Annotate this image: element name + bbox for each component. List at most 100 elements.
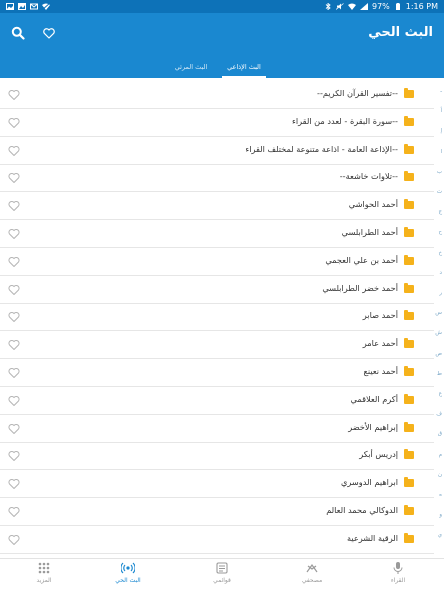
list-item-label: أكرم العلاقمي <box>350 393 398 404</box>
list-item-label: الدوكالي محمد العالم <box>326 505 398 515</box>
index-letter[interactable]: ف <box>436 411 442 417</box>
folder-icon <box>404 310 414 321</box>
heart-outline-icon[interactable] <box>8 311 20 323</box>
list-item[interactable]: --تفسير القرآن الكريم-- <box>0 81 434 109</box>
heart-outline-icon[interactable] <box>8 367 20 379</box>
list-item[interactable]: أحمد الحواشي <box>0 192 434 221</box>
nav-item-playlist[interactable]: قوائمي <box>192 561 252 591</box>
index-letter[interactable]: ط <box>437 371 442 377</box>
list-item[interactable]: أحمد نعينع <box>0 359 434 387</box>
heart-outline-icon[interactable] <box>8 339 20 351</box>
favorites-button[interactable] <box>39 23 59 43</box>
index-letter[interactable]: أ <box>440 108 442 114</box>
page-title: البث الحي <box>368 25 433 40</box>
list-item[interactable]: أحمد خضر الطرابلسي <box>0 276 434 304</box>
index-letter[interactable]: ت <box>437 189 442 195</box>
heart-outline-icon[interactable] <box>8 200 20 212</box>
heart-outline-icon[interactable] <box>8 172 20 184</box>
quran-icon <box>306 563 318 573</box>
image-icon <box>6 3 14 10</box>
folder-icon <box>404 282 414 293</box>
folder-icon <box>404 338 414 349</box>
list-item-label: أحمد بن علي العجمي <box>325 254 398 265</box>
list-item[interactable]: --تلاوات خاشعة-- <box>0 164 434 193</box>
wifi-icon <box>347 3 356 10</box>
list-item-label: إدريس أبكر <box>359 449 398 460</box>
folder-icon <box>404 88 414 98</box>
heart-outline-icon[interactable] <box>8 228 20 240</box>
heart-outline-icon[interactable] <box>8 506 20 518</box>
list-item[interactable]: أكرم العلاقمي <box>0 387 434 415</box>
index-letter[interactable]: ه <box>439 492 442 498</box>
index-letter[interactable]: س <box>435 310 442 316</box>
heart-outline-icon[interactable] <box>8 423 20 435</box>
microphone-icon <box>393 562 403 574</box>
heart-outline-icon[interactable] <box>8 395 20 407</box>
index-letter[interactable]: إ <box>440 128 442 134</box>
nav-item-quran[interactable]: مصحفي <box>282 561 342 591</box>
heart-outline-icon[interactable] <box>8 534 20 546</box>
status-left-icons <box>6 3 50 10</box>
index-letter[interactable]: ا <box>440 149 442 155</box>
battery-level: 97% <box>371 2 390 11</box>
search-button[interactable] <box>8 23 28 43</box>
heart-outline-icon[interactable] <box>8 145 20 157</box>
heart-outline-icon[interactable] <box>8 117 20 129</box>
list-item-label: ابراهيم الدوسري <box>341 477 398 488</box>
list-item[interactable]: إبراهيم الأخضر <box>0 415 434 443</box>
heart-outline-icon[interactable] <box>8 256 20 268</box>
index-letter[interactable]: ي <box>438 532 442 538</box>
index-letter[interactable]: ب <box>437 169 442 175</box>
list-item-label: --سورة البقرة - لعدد من القراء <box>292 115 398 126</box>
bottom-navigation: المزيد البث الحي قوائمي مصحفي القراء <box>0 558 444 592</box>
tab-video-broadcast[interactable]: البث المرئي <box>170 56 212 78</box>
list-item[interactable]: --الإذاعة العامة - اذاعة متنوعة لمختلف ا… <box>0 137 434 165</box>
index-letter[interactable]: و <box>439 512 442 518</box>
tab-radio-broadcast[interactable]: البث الإذاعي <box>222 56 266 78</box>
folder-icon <box>404 366 414 376</box>
index-letter[interactable]: ـ <box>440 88 442 94</box>
heart-outline-icon[interactable] <box>8 284 20 296</box>
index-letter[interactable]: ص <box>435 351 442 357</box>
list-item[interactable]: أحمد عامر <box>0 331 434 360</box>
list-item-label: أحمد الطرابلسي <box>341 227 398 237</box>
index-letter[interactable]: ج <box>438 209 442 215</box>
list-item[interactable]: الدوكالي محمد العالم <box>0 498 434 526</box>
folder-icon <box>404 393 414 404</box>
index-letter[interactable]: ن <box>438 472 442 478</box>
heart-outline-icon[interactable] <box>8 89 20 101</box>
list-item[interactable]: أحمد الطرابلسي <box>0 220 434 248</box>
index-letter[interactable]: د <box>440 270 442 276</box>
alphabet-index[interactable]: ـ أ إ ا ب ت ج ح خ د ر س ش ص ط ع ف ق م ن ه و ي <box>432 84 444 554</box>
list-item[interactable]: إدريس أبكر <box>0 442 434 471</box>
nav-label: قوائمي <box>213 577 231 584</box>
tab-bar: البث الإذاعي البث المرئي <box>0 56 444 78</box>
bluetooth-icon <box>325 3 331 10</box>
index-letter[interactable]: م <box>439 452 442 458</box>
status-right-icons: 97% 1:16 PM <box>324 2 438 11</box>
list-item[interactable]: أحمد بن علي العجمي <box>0 248 434 276</box>
folder-icon <box>404 199 414 210</box>
list-item[interactable]: ابراهيم الدوسري <box>0 470 434 499</box>
nav-item-broadcast[interactable]: البث الحي <box>98 561 158 591</box>
list-item[interactable]: أحمد صابر <box>0 303 434 332</box>
nav-label: المزيد <box>36 577 52 584</box>
heart-outline-icon[interactable] <box>8 450 20 462</box>
index-letter[interactable]: ع <box>439 391 442 397</box>
gallery-icon <box>18 3 26 10</box>
index-letter[interactable]: ش <box>435 330 442 336</box>
list-item[interactable]: --سورة البقرة - لعدد من القراء <box>0 109 434 137</box>
nav-item-grid[interactable]: المزيد <box>14 561 74 591</box>
list-item[interactable]: الرقية الشرعية <box>0 526 434 554</box>
index-letter[interactable]: ق <box>438 431 442 437</box>
list-item-label: --الإذاعة العامة - اذاعة متنوعة لمختلف ا… <box>245 143 398 154</box>
nav-label: البث الحي <box>115 577 141 584</box>
status-bar: 97% 1:16 PM <box>0 0 444 13</box>
heart-outline-icon[interactable] <box>8 478 20 490</box>
index-letter[interactable]: ح <box>438 229 442 235</box>
nav-item-microphone[interactable]: القراء <box>368 561 428 591</box>
list-item-label: أحمد خضر الطرابلسي <box>322 282 398 293</box>
folder-icon <box>404 143 414 154</box>
index-letter[interactable]: خ <box>438 250 442 256</box>
index-letter[interactable]: ر <box>439 290 442 296</box>
